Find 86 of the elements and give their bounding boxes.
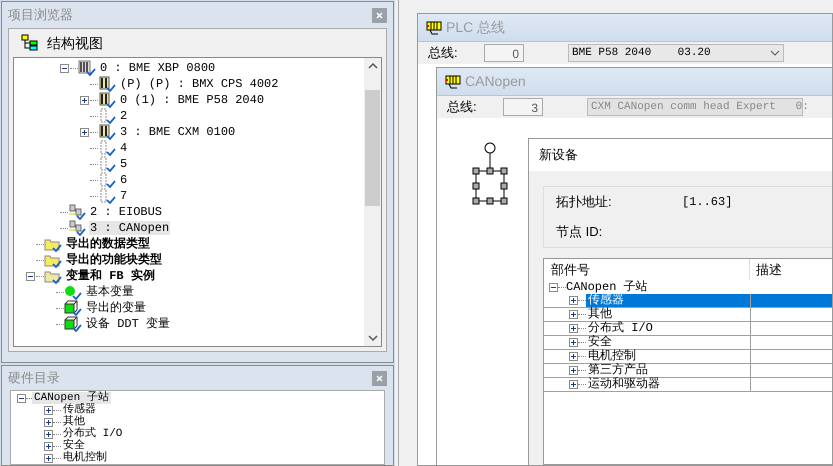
tree-item[interactable]: 5 xyxy=(119,157,128,171)
module-dropdown[interactable]: BME P58 2040 03.20 xyxy=(568,44,784,62)
tree-item[interactable]: 第三方产品 xyxy=(586,364,750,377)
expand-icon[interactable] xyxy=(569,296,578,305)
tree-item[interactable]: 运动和驱动器 xyxy=(586,378,750,391)
expand-icon[interactable] xyxy=(44,454,53,462)
empty-slot-icon xyxy=(98,188,116,204)
tree-item[interactable]: 2 : EIOBUS xyxy=(89,205,164,219)
window-title: CANopen xyxy=(465,72,526,91)
dialog-title: 新设备 xyxy=(539,146,578,164)
tree-item[interactable]: 其他 xyxy=(63,416,85,428)
tree-item[interactable]: 6 xyxy=(119,173,128,187)
empty-slot-icon xyxy=(98,156,116,172)
bus-label: 总线: xyxy=(447,98,478,116)
close-icon[interactable] xyxy=(372,8,387,22)
bus-icon xyxy=(426,20,442,34)
tree-item[interactable]: 变量和 FB 实例 xyxy=(65,269,156,283)
range-text: [1..63] xyxy=(682,194,734,211)
expand-icon[interactable] xyxy=(569,380,578,389)
tree-item[interactable]: 4 xyxy=(119,141,128,155)
tree-item[interactable]: 3 : BME CXM 0100 xyxy=(119,125,236,139)
bus-number-field[interactable]: 0 xyxy=(484,44,524,62)
tree-item[interactable]: CANopen 子站 xyxy=(32,392,111,404)
tree-item[interactable]: 分布式 I/O xyxy=(586,322,750,335)
tree-item[interactable]: CANopen 子站 xyxy=(566,280,648,294)
expand-icon[interactable] xyxy=(569,366,578,375)
field-label: 节点 ID: xyxy=(556,223,604,242)
tree-item[interactable]: 其他 xyxy=(586,308,750,321)
expand-icon[interactable] xyxy=(569,352,578,361)
expand-icon[interactable] xyxy=(80,96,88,104)
rack-icon xyxy=(78,60,96,76)
scroll-thumb[interactable] xyxy=(365,90,380,206)
tree-item[interactable]: 0 (1) : BME P58 2040 xyxy=(119,93,266,107)
bus-number-field[interactable]: 3 xyxy=(503,98,543,116)
tree-item[interactable]: 传感器 xyxy=(63,404,96,416)
tree-item[interactable]: 设备 DDT 变量 xyxy=(85,317,172,331)
collapse-icon[interactable] xyxy=(26,272,34,280)
collapse-icon[interactable] xyxy=(60,64,68,72)
tree-item[interactable]: 电机控制 xyxy=(586,350,750,363)
empty-slot-icon xyxy=(98,140,116,156)
tree-item[interactable]: 分布式 I/O xyxy=(63,428,122,440)
cube-icon xyxy=(64,300,82,316)
field-label: 拓扑地址: xyxy=(556,193,613,212)
collapse-icon[interactable] xyxy=(549,282,558,292)
structure-tree-icon xyxy=(21,34,39,52)
cube-icon xyxy=(64,316,82,332)
column-header[interactable]: 部件号 xyxy=(544,259,750,280)
tree-item[interactable]: 基本变量 xyxy=(85,285,135,299)
empty-slot-icon xyxy=(98,108,116,124)
network-icon xyxy=(68,204,86,220)
close-icon[interactable] xyxy=(372,370,387,386)
tree-item[interactable]: 3 : CANopen xyxy=(89,221,170,235)
network-icon xyxy=(68,220,86,236)
collapse-icon[interactable] xyxy=(17,394,26,402)
expand-icon[interactable] xyxy=(569,310,578,319)
tree-item[interactable]: 电机控制 xyxy=(63,452,107,464)
scrollbar[interactable] xyxy=(364,58,381,346)
column-header[interactable]: 描述 xyxy=(750,259,832,280)
expand-icon[interactable] xyxy=(44,430,53,438)
bus-label: 总线: xyxy=(428,44,459,62)
tree-item[interactable]: 安全 xyxy=(63,440,85,452)
empty-slot-icon xyxy=(98,172,116,188)
tree-item[interactable]: 2 xyxy=(119,109,128,123)
expand-icon[interactable] xyxy=(44,406,53,414)
chevron-down-icon xyxy=(770,50,780,56)
tree-item[interactable]: (P) (P) : BMX CPS 4002 xyxy=(119,77,280,91)
bus-icon xyxy=(445,74,461,88)
panel-title: 硬件目录 xyxy=(8,369,60,388)
expand-icon[interactable] xyxy=(44,442,53,450)
tree-item[interactable]: 安全 xyxy=(586,336,750,349)
tree-item[interactable]: 导出的数据类型 xyxy=(65,237,151,251)
module-icon xyxy=(98,92,116,108)
expand-icon[interactable] xyxy=(569,324,578,333)
tree-item[interactable]: 导出的变量 xyxy=(85,301,147,315)
window-title: PLC 总线 xyxy=(446,18,506,37)
expand-icon[interactable] xyxy=(44,418,53,426)
expand-icon[interactable] xyxy=(80,128,88,136)
view-label: 结构视图 xyxy=(47,34,103,52)
module-icon xyxy=(98,76,116,92)
expand-icon[interactable] xyxy=(569,338,578,347)
ball-icon xyxy=(64,284,82,300)
tree-item[interactable]: 7 xyxy=(119,189,128,203)
tree-item[interactable]: 导出的功能块类型 xyxy=(65,253,163,267)
module-icon xyxy=(98,124,116,140)
panel-title: 项目浏览器 xyxy=(8,6,73,24)
tree-item[interactable]: 0 : BME XBP 0800 xyxy=(99,61,216,75)
